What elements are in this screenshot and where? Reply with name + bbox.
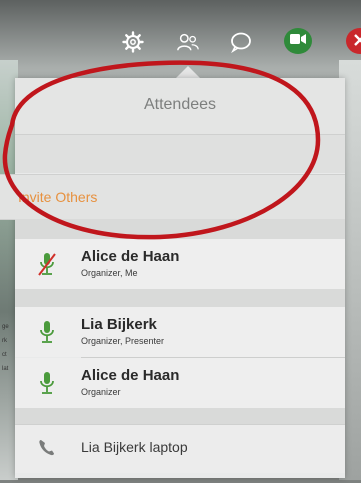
phone-attendee-row[interactable]: Lia Bijkerk laptop: [15, 424, 345, 473]
mic-muted-icon: [37, 251, 57, 277]
attendees-panel: Attendees Invite Others Alice de Haan Or…: [0, 78, 345, 478]
attendee-name: Alice de Haan: [81, 248, 180, 265]
invite-others-button[interactable]: Invite Others: [0, 174, 345, 220]
section-spacer: [15, 408, 345, 424]
phone-attendee-name: Lia Bijkerk laptop: [81, 439, 188, 455]
end-call-icon: [353, 33, 361, 50]
attendee-role: Organizer, Presenter: [81, 336, 165, 346]
background-side-text: ge rk ct lat: [2, 324, 9, 372]
panel-title: Attendees: [143, 96, 217, 113]
attendee-row[interactable]: Alice de Haan Organizer, Me: [15, 239, 345, 289]
video-camera-icon: [290, 32, 306, 50]
phone-icon: [37, 437, 57, 463]
section-spacer: [15, 289, 345, 307]
attendee-name: Lia Bijkerk: [81, 316, 157, 333]
attendee-row[interactable]: Alice de Haan Organizer: [15, 358, 345, 408]
mic-active-icon: [37, 370, 57, 396]
people-icon[interactable]: [176, 30, 200, 54]
attendee-row[interactable]: Lia Bijkerk Organizer, Presenter: [15, 307, 345, 357]
attendee-role: Organizer: [81, 387, 121, 397]
popover-arrow: [176, 66, 200, 78]
mic-active-icon: [37, 319, 57, 345]
attendee-name: Alice de Haan: [81, 367, 180, 384]
attendee-role: Organizer, Me: [81, 268, 138, 278]
section-spacer: [15, 219, 345, 239]
gear-icon[interactable]: [121, 30, 145, 54]
panel-header: Attendees: [15, 78, 345, 135]
header-spacer: [15, 135, 345, 173]
chat-bubble-icon[interactable]: [229, 30, 253, 54]
video-toggle-button[interactable]: [284, 28, 312, 54]
invite-others-label: Invite Others: [18, 189, 98, 205]
